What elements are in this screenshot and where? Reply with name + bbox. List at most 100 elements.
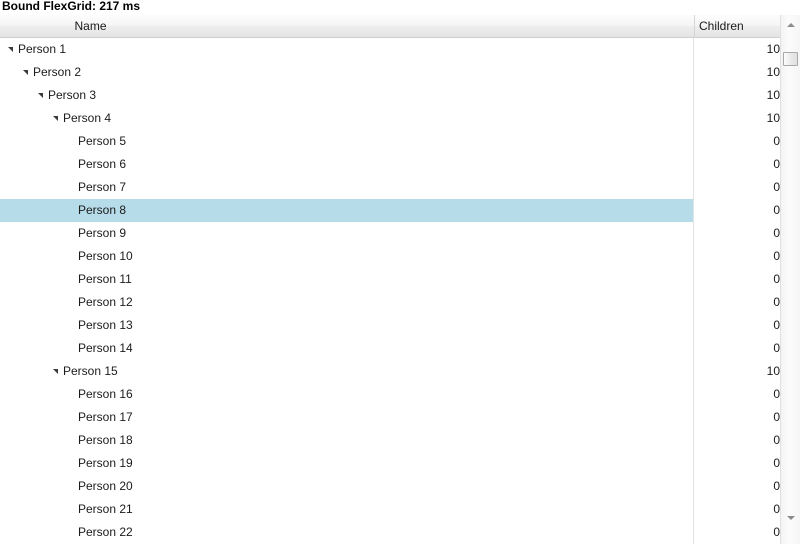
- tree-node: Person 21: [67, 498, 133, 521]
- table-row[interactable]: Person 5 0: [0, 130, 780, 153]
- table-row[interactable]: Person 18 0: [0, 429, 780, 452]
- cell-name[interactable]: Person 16: [0, 383, 693, 406]
- table-row[interactable]: Person 14 0: [0, 337, 780, 360]
- table-row[interactable]: Person 6 0: [0, 153, 780, 176]
- column-header-children[interactable]: Children: [694, 15, 780, 37]
- cell-children[interactable]: 0: [694, 475, 780, 498]
- cell-name[interactable]: Person 17: [0, 406, 693, 429]
- cell-name[interactable]: Person 2: [0, 61, 693, 84]
- row-label: Person 6: [78, 157, 127, 171]
- cell-name[interactable]: Person 5: [0, 130, 693, 153]
- cell-name[interactable]: Person 4: [0, 107, 693, 130]
- cell-children[interactable]: 0: [694, 245, 780, 268]
- table-row[interactable]: Person 21 0: [0, 498, 780, 521]
- cell-name[interactable]: Person 20: [0, 475, 693, 498]
- flexgrid[interactable]: Name Children Person 1 10 Person 2 10 Person…: [0, 15, 800, 544]
- table-row[interactable]: Person 3 10: [0, 84, 780, 107]
- scroll-down-button[interactable]: [781, 509, 800, 527]
- cell-children[interactable]: 0: [694, 337, 780, 360]
- tree-node: Person 15: [52, 360, 118, 383]
- cell-children[interactable]: 0: [694, 199, 780, 222]
- tree-node: Person 3: [37, 84, 96, 107]
- cell-children[interactable]: 0: [694, 406, 780, 429]
- table-row[interactable]: Person 2 10: [0, 61, 780, 84]
- row-label: Person 2: [33, 65, 82, 79]
- expander-collapse-icon[interactable]: [22, 61, 33, 84]
- cell-name[interactable]: Person 22: [0, 521, 693, 544]
- table-row[interactable]: Person 110: [0, 268, 780, 291]
- expander-collapse-icon[interactable]: [52, 360, 63, 383]
- arrow-up-icon: [787, 23, 795, 27]
- scrollbar-thumb[interactable]: [783, 52, 798, 66]
- cell-name[interactable]: Person 8: [0, 199, 693, 222]
- expander-collapse-icon[interactable]: [52, 107, 63, 130]
- table-row[interactable]: Person 10 0: [0, 245, 780, 268]
- table-row[interactable]: Person 22 0: [0, 521, 780, 544]
- grid-body[interactable]: Person 1 10 Person 2 10 Person 3 10 Person 4 10…: [0, 38, 780, 544]
- expander-collapse-icon[interactable]: [37, 84, 48, 107]
- cell-children[interactable]: 0: [694, 130, 780, 153]
- cell-name[interactable]: Person 14: [0, 337, 693, 360]
- table-row[interactable]: Person 19 0: [0, 452, 780, 475]
- table-row[interactable]: Person 12 0: [0, 291, 780, 314]
- cell-children[interactable]: 10: [694, 360, 780, 383]
- cell-name[interactable]: Person 9: [0, 222, 693, 245]
- cell-children[interactable]: 0: [694, 429, 780, 452]
- table-row[interactable]: Person 7 0: [0, 176, 780, 199]
- title-bar: Bound FlexGrid: 217 ms: [0, 0, 800, 15]
- cell-name[interactable]: Person 12: [0, 291, 693, 314]
- table-row[interactable]: Person 9 0: [0, 222, 780, 245]
- cell-children[interactable]: 10: [694, 38, 780, 61]
- column-header-name[interactable]: Name: [0, 15, 693, 37]
- grid-header-row: Name Children: [0, 15, 800, 38]
- cell-name[interactable]: Person 13: [0, 314, 693, 337]
- cell-children[interactable]: 10: [694, 84, 780, 107]
- cell-children[interactable]: 0: [694, 268, 780, 291]
- cell-children[interactable]: 0: [694, 176, 780, 199]
- cell-children[interactable]: 0: [694, 291, 780, 314]
- tree-node: Person 8: [67, 199, 126, 222]
- cell-name[interactable]: Person 6: [0, 153, 693, 176]
- cell-name[interactable]: Person 21: [0, 498, 693, 521]
- cell-name[interactable]: Person 10: [0, 245, 693, 268]
- cell-name[interactable]: Person 7: [0, 176, 693, 199]
- table-row[interactable]: Person 15 10: [0, 360, 780, 383]
- table-row[interactable]: Person 8 0: [0, 199, 780, 222]
- table-row[interactable]: Person 110: [0, 38, 780, 61]
- cell-name[interactable]: Person 1: [0, 38, 693, 61]
- row-label: Person 12: [78, 295, 133, 309]
- table-row[interactable]: Person 17 0: [0, 406, 780, 429]
- cell-children[interactable]: 0: [694, 314, 780, 337]
- cell-children[interactable]: 0: [694, 521, 780, 544]
- expander-collapse-icon[interactable]: [7, 38, 18, 61]
- cell-name[interactable]: Person 15: [0, 360, 693, 383]
- table-row[interactable]: Person 20 0: [0, 475, 780, 498]
- row-label: Person 8: [78, 203, 127, 217]
- cell-name[interactable]: Person 3: [0, 84, 693, 107]
- cell-children[interactable]: 10: [694, 61, 780, 84]
- cell-name[interactable]: Person 18: [0, 429, 693, 452]
- row-label: Person 9: [78, 226, 127, 240]
- cell-name[interactable]: Person 11: [0, 268, 693, 291]
- cell-children[interactable]: 0: [694, 383, 780, 406]
- cell-children[interactable]: 10: [694, 107, 780, 130]
- table-row[interactable]: Person 16 0: [0, 383, 780, 406]
- row-label: Person 7: [78, 180, 127, 194]
- arrow-down-icon: [787, 516, 795, 520]
- vertical-scrollbar[interactable]: [780, 15, 800, 544]
- cell-children[interactable]: 0: [694, 222, 780, 245]
- cell-name[interactable]: Person 19: [0, 452, 693, 475]
- table-row[interactable]: Person 4 10: [0, 107, 780, 130]
- cell-children[interactable]: 0: [694, 452, 780, 475]
- scrollbar-track[interactable]: [781, 34, 800, 509]
- cell-children[interactable]: 0: [694, 153, 780, 176]
- scroll-up-button[interactable]: [781, 16, 800, 34]
- tree-node: Person 2: [22, 61, 81, 84]
- cell-children[interactable]: 0: [694, 498, 780, 521]
- tree-node: Person 7: [67, 176, 126, 199]
- table-row[interactable]: Person 13 0: [0, 314, 780, 337]
